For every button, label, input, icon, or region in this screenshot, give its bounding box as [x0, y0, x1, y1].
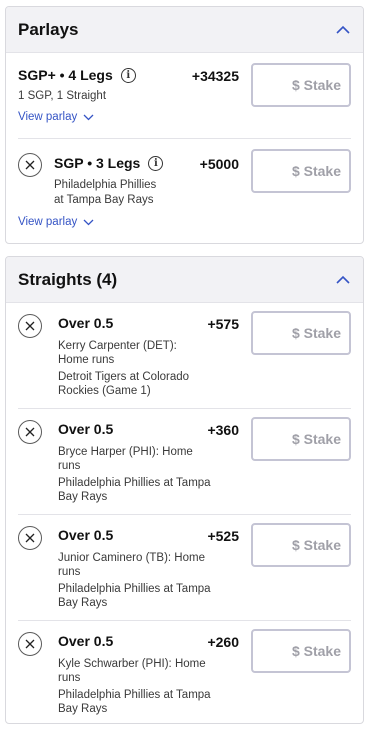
game-line1: Philadelphia Phillies at Tampa [58, 477, 211, 489]
game-line2: Bay Rays [58, 491, 108, 503]
straights-title: Straights (4) [18, 269, 118, 289]
game-line1: Philadelphia Phillies at Tampa [58, 689, 211, 701]
stake-input[interactable] [251, 149, 351, 193]
selection-title: Over 0.5 [58, 633, 114, 649]
close-icon [25, 321, 35, 331]
parlays-header[interactable]: Parlays [6, 7, 363, 53]
game-line1: Philadelphia Phillies at Tampa [58, 583, 211, 595]
parlay-title: SGP+ • 4 Legs i [18, 67, 136, 83]
chevron-down-icon [83, 114, 94, 120]
close-icon [25, 160, 35, 170]
selection-odds: +575 [207, 316, 239, 332]
straight-bet: Over 0.5 +360 Bryce Harper (PHI): Home r… [6, 409, 363, 515]
game-line2: Rockies (Game 1) [58, 385, 151, 397]
parlays-card: Parlays SGP+ • 4 Legs i +34325 1 SGP, 1 … [5, 6, 364, 244]
selection-odds: +360 [207, 422, 239, 438]
game-line1: Detroit Tigers at Colorado [58, 371, 190, 383]
chevron-up-icon[interactable] [335, 272, 351, 288]
straights-card: Straights (4) Over 0.5 +575 Kerry Carpen… [5, 256, 364, 724]
selection-title: Over 0.5 [58, 421, 114, 437]
player-market-line2: Home runs [58, 354, 115, 366]
selection-title: Over 0.5 [58, 315, 114, 331]
straight-bet: Over 0.5 +260 Kyle Schwarber (PHI): Home… [6, 621, 363, 723]
straight-bet: Over 0.5 +575 Kerry Carpenter (DET): Hom… [6, 303, 363, 409]
view-parlay-label: View parlay [18, 216, 78, 228]
divider [18, 138, 351, 139]
player-market-line1: Kerry Carpenter (DET): [58, 340, 177, 352]
parlay-detail: 1 SGP, 1 Straight [18, 90, 107, 102]
selection-title: Over 0.5 [58, 527, 114, 543]
game-line2: Bay Rays [58, 597, 108, 609]
view-parlay-link[interactable]: View parlay [18, 111, 94, 123]
parlays-title: Parlays [18, 19, 79, 39]
player-market-line2: runs [58, 672, 81, 684]
remove-button[interactable] [18, 153, 42, 177]
parlay-title-text: SGP • 3 Legs [54, 155, 141, 171]
straights-header[interactable]: Straights (4) [6, 257, 363, 303]
remove-button[interactable] [18, 526, 42, 550]
selection-odds: +260 [207, 634, 239, 650]
player-market-line1: Bryce Harper (PHI): Home [58, 446, 193, 458]
close-icon [25, 533, 35, 543]
parlay-odds: +5000 [199, 156, 239, 172]
player-market-line1: Junior Caminero (TB): Home [58, 552, 205, 564]
stake-input[interactable] [251, 523, 351, 567]
remove-button[interactable] [18, 632, 42, 656]
player-market-line2: runs [58, 566, 81, 578]
parlay-game-line1: Philadelphia Phillies [54, 179, 157, 191]
straight-bet: Over 0.5 +525 Junior Caminero (TB): Home… [6, 515, 363, 621]
selection-odds: +525 [207, 528, 239, 544]
parlay-title-text: SGP+ • 4 Legs [18, 67, 113, 83]
close-icon [25, 427, 35, 437]
chevron-down-icon [83, 219, 94, 225]
view-parlay-label: View parlay [18, 111, 78, 123]
stake-input[interactable] [251, 63, 351, 107]
info-icon[interactable]: i [120, 67, 136, 83]
stake-input[interactable] [251, 629, 351, 673]
info-icon[interactable]: i [148, 155, 164, 171]
parlay-game-line2: at Tampa Bay Rays [54, 194, 154, 206]
player-market-line2: runs [58, 460, 81, 472]
stake-input[interactable] [251, 311, 351, 355]
parlay-odds: +34325 [191, 68, 239, 84]
remove-button[interactable] [18, 420, 42, 444]
close-icon [25, 639, 35, 649]
game-line2: Bay Rays [58, 703, 108, 715]
chevron-up-icon[interactable] [335, 22, 351, 38]
remove-button[interactable] [18, 314, 42, 338]
player-market-line1: Kyle Schwarber (PHI): Home [58, 658, 206, 670]
view-parlay-link[interactable]: View parlay [18, 216, 94, 228]
stake-input[interactable] [251, 417, 351, 461]
parlay-title: SGP • 3 Legs i [54, 155, 164, 171]
